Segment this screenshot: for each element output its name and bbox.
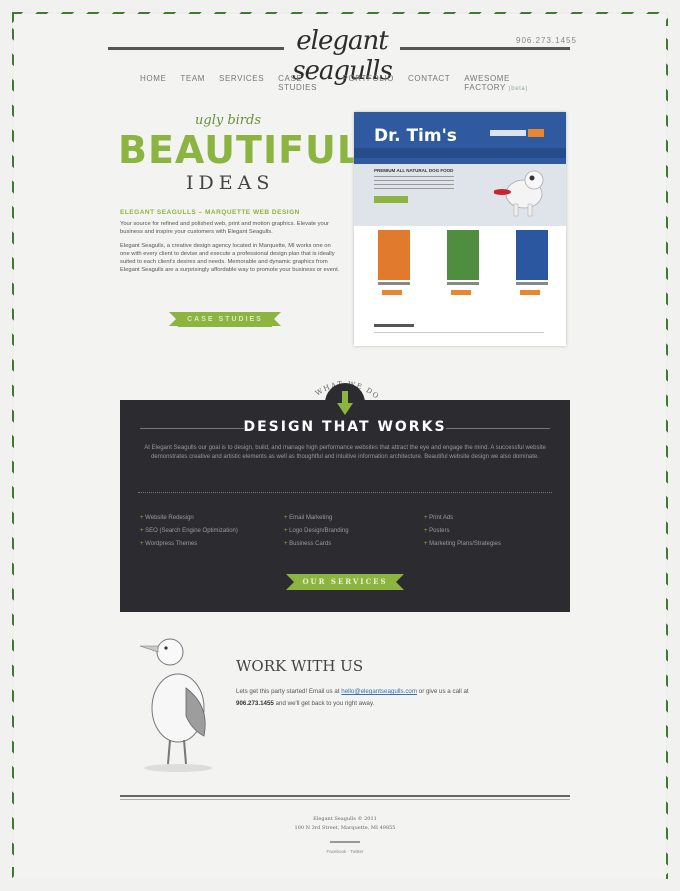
product-button [520,290,540,295]
product-label [378,282,410,285]
work-text-mid: or give us a call at [418,688,469,695]
service-item[interactable]: Website Redesign [140,512,238,525]
showcase-footer-text [374,324,414,327]
showcase-text-lines [374,176,454,192]
work-with-us-text: Lets get this party started! Email us at… [236,686,536,710]
product-label [516,282,548,285]
hero-tagline: ELEGANT SEAGULLS – MARQUETTE WEB DESIGN [120,209,300,216]
product-button [382,290,402,295]
header-rule-right [400,47,570,50]
hero-kicker: ugly birds [195,113,262,128]
nav-case-studies[interactable]: CASE STUDIES [278,74,328,92]
email-link[interactable]: hello@elegantseagulls.com [341,688,417,695]
showcase-search-box [490,130,526,136]
arrow-down-icon [337,391,353,415]
nav-team[interactable]: TEAM [180,74,205,92]
hero-intro: Your source for refined and polished web… [120,221,329,235]
seagull-illustration [139,638,212,772]
header-phone: 906.273.1455 [516,36,577,45]
nav-awesome-factory-label: AWESOME FACTORY [464,74,510,92]
portfolio-showcase[interactable]: Dr. Tim's PREMIUM ALL NATURAL DOG FOOD [354,112,566,346]
case-studies-button[interactable]: CASE STUDIES [169,312,281,327]
product-label [447,282,479,285]
nav-beta-tag: (beta) [508,86,528,92]
showcase-feature-button [374,196,408,203]
product-blue [516,230,548,295]
service-item[interactable]: Print Ads [424,512,501,525]
nav-awesome-factory[interactable]: AWESOME FACTORY (beta) [464,74,550,92]
hero-body: Elegant Seagulls, a creative design agen… [120,243,340,273]
service-item[interactable]: SEO (Search Engine Optimization) [140,525,238,538]
product-green [447,230,479,295]
footer-copy: Elegant Seagulls © 2011 100 N 3rd Street… [245,815,445,833]
showcase-search-button [528,129,544,137]
services-description: At Elegant Seagulls our goal is to desig… [144,445,546,460]
service-item[interactable]: Email Marketing [284,512,349,525]
service-item[interactable]: Wordpress Themes [140,538,238,551]
showcase-products [378,230,548,295]
services-list-col1: Website Redesign SEO (Search Engine Opti… [140,512,238,551]
work-phone: 906.273.1455 [236,700,274,707]
footer-rule [120,795,570,797]
showcase-brand: Dr. Tim's [374,126,457,146]
nav-home[interactable]: HOME [140,74,166,92]
work-text-post: and we'll get back to you right away. [275,700,375,707]
showcase-footer-rule [374,332,544,333]
nav-contact[interactable]: CONTACT [408,74,450,92]
service-item[interactable]: Marketing Plans/Strategies [424,538,501,551]
product-orange [378,230,410,295]
dog-image [494,170,544,217]
showcase-nav-bar [354,148,566,158]
nav-portfolio[interactable]: PORTFOLIO [343,74,394,92]
service-item[interactable]: Business Cards [284,538,349,551]
footer-divider [330,841,360,843]
footer-address: 100 N 3rd Street, Marquette, MI 49855 [294,825,396,831]
services-title: DESIGN THAT WORKS [243,419,447,435]
showcase-headline: PREMIUM ALL NATURAL DOG FOOD [374,168,454,173]
service-item[interactable]: Logo Design/Branding [284,525,348,538]
services-list-col2: Email Marketing Logo Design/Branding Bus… [284,512,349,551]
footer-social-links[interactable]: Facebook · Twitter [305,849,385,854]
hero-subtitle: IDEAS [186,172,275,194]
service-item[interactable]: Posters [424,525,501,538]
work-with-us-title: WORK WITH US [236,657,364,675]
footer-rule-thin [120,799,570,800]
our-services-button[interactable]: OUR SERVICES [286,574,404,590]
nav-services[interactable]: SERVICES [219,74,264,92]
main-nav: HOME TEAM SERVICES CASE STUDIES PORTFOLI… [140,74,550,92]
services-list-col3: Print Ads Posters Marketing Plans/Strate… [424,512,501,551]
hero-title: BEAUTIFUL [118,128,363,172]
dotted-divider [138,492,552,493]
work-text-pre: Lets get this party started! Email us at [236,688,340,695]
footer-copyright: Elegant Seagulls © 2011 [313,816,377,822]
product-button [451,290,471,295]
header-rule-left [108,47,284,50]
